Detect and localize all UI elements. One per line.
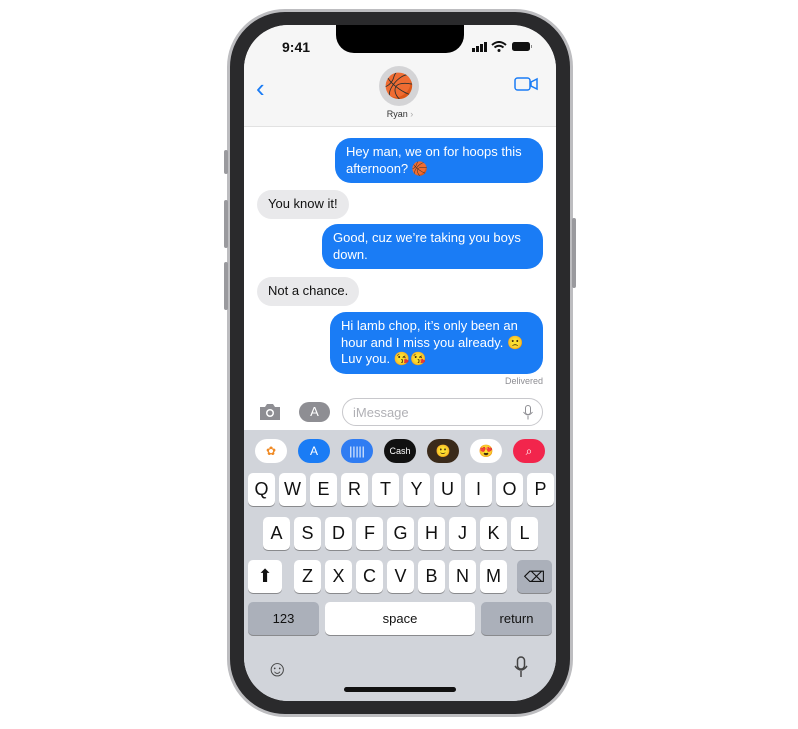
screen: 9:41 ‹ 🏀 Ryan › Hey man, we on for hoops… — [244, 25, 556, 701]
camera-icon[interactable] — [258, 403, 282, 421]
volume-down-button — [224, 262, 228, 310]
key-p[interactable]: P — [527, 473, 554, 506]
app-audio-icon[interactable]: ||||| — [341, 439, 373, 463]
mute-switch — [224, 150, 228, 174]
key-m[interactable]: M — [480, 560, 507, 593]
back-chevron-icon[interactable]: ‹ — [256, 73, 265, 104]
video-call-icon[interactable] — [514, 77, 538, 91]
message-bubble-outgoing[interactable]: Hi lamb chop, it’s only been an hour and… — [330, 312, 543, 374]
notch — [336, 25, 464, 53]
app-memoji-icon[interactable]: 🙂 — [427, 439, 459, 463]
microphone-icon[interactable] — [523, 405, 533, 420]
key-c[interactable]: C — [356, 560, 383, 593]
key-q[interactable]: Q — [248, 473, 275, 506]
volume-up-button — [224, 200, 228, 248]
key-z[interactable]: Z — [294, 560, 321, 593]
contact-name-label: Ryan — [386, 109, 408, 119]
key-y[interactable]: Y — [403, 473, 430, 506]
side-button — [572, 218, 576, 288]
status-icons — [472, 41, 532, 52]
input-row: A iMessage — [244, 393, 556, 431]
key-h[interactable]: H — [418, 517, 445, 550]
key-j[interactable]: J — [449, 517, 476, 550]
numbers-key[interactable]: 123 — [248, 602, 319, 635]
key-a[interactable]: A — [263, 517, 290, 550]
input-placeholder: iMessage — [353, 405, 409, 420]
dictation-microphone-icon[interactable] — [514, 656, 528, 678]
message-bubble-outgoing[interactable]: Hey man, we on for hoops this afternoon?… — [335, 138, 543, 183]
app-store-icon[interactable]: A — [299, 402, 330, 422]
key-l[interactable]: L — [511, 517, 538, 550]
message-bubble-outgoing[interactable]: Good, cuz we’re taking you boys down. — [322, 224, 543, 269]
app-app-store-icon[interactable]: A — [298, 439, 330, 463]
key-o[interactable]: O — [496, 473, 523, 506]
avatar[interactable]: 🏀 — [379, 66, 419, 106]
key-t[interactable]: T — [372, 473, 399, 506]
delivered-status: Delivered — [504, 376, 543, 386]
contact-name[interactable]: Ryan › — [244, 109, 556, 119]
emoji-icon[interactable]: ☺ — [266, 656, 288, 682]
key-d[interactable]: D — [325, 517, 352, 550]
key-g[interactable]: G — [387, 517, 414, 550]
key-w[interactable]: W — [279, 473, 306, 506]
shift-icon: ⬆ — [257, 566, 273, 586]
key-u[interactable]: U — [434, 473, 461, 506]
key-s[interactable]: S — [294, 517, 321, 550]
return-key[interactable]: return — [481, 602, 552, 635]
key-v[interactable]: V — [387, 560, 414, 593]
app-memoji-stickers-icon[interactable]: 😍 — [470, 439, 502, 463]
app-photos-icon[interactable]: ✿ — [255, 439, 287, 463]
shift-key[interactable]: ⬆ — [248, 560, 282, 593]
chevron-right-icon: › — [410, 109, 414, 119]
home-indicator[interactable] — [344, 687, 456, 692]
key-x[interactable]: X — [325, 560, 352, 593]
message-bubble-incoming[interactable]: Not a chance. — [257, 277, 360, 306]
app-apple-cash-icon[interactable]: Cash — [384, 439, 416, 463]
message-bubble-incoming[interactable]: You know it! — [257, 190, 349, 219]
status-time: 9:41 — [282, 39, 311, 55]
app-search-images-icon[interactable]: ⌕ — [513, 439, 545, 463]
keyboard: ✿ A ||||| Cash 🙂 😍 ⌕ QWERTYUIOPASDFGHJKLZXCVBN… — [244, 430, 556, 701]
key-r[interactable]: R — [341, 473, 368, 506]
delete-key[interactable]: ⌫ — [517, 560, 552, 593]
imessage-input[interactable]: iMessage — [342, 398, 543, 426]
key-b[interactable]: B — [418, 560, 445, 593]
key-k[interactable]: K — [480, 517, 507, 550]
key-n[interactable]: N — [449, 560, 476, 593]
status-bar: 9:41 — [244, 25, 556, 69]
space-key[interactable]: space — [325, 602, 475, 635]
delete-icon: ⌫ — [523, 568, 546, 586]
key-e[interactable]: E — [310, 473, 337, 506]
key-f[interactable]: F — [356, 517, 383, 550]
key-i[interactable]: I — [465, 473, 492, 506]
conversation-header: ‹ 🏀 Ryan › — [244, 66, 556, 127]
